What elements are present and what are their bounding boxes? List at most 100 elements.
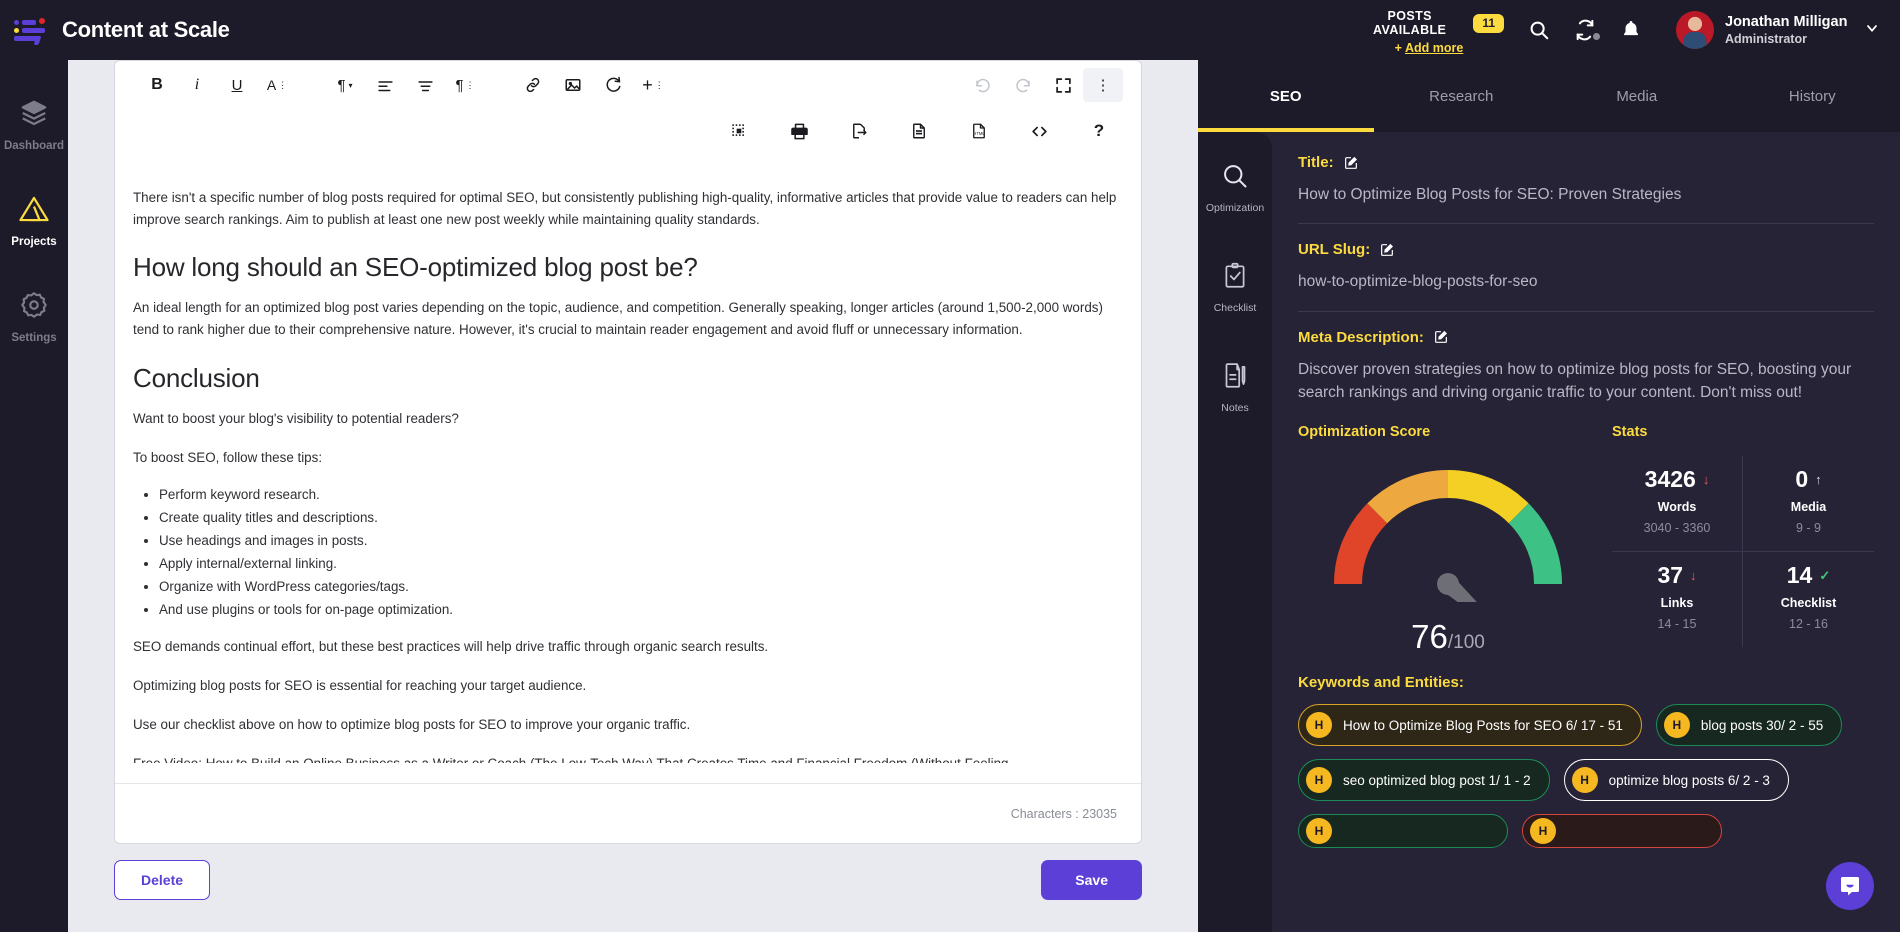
italic-button[interactable]: i bbox=[177, 68, 217, 102]
pencil-edit-icon[interactable] bbox=[1379, 242, 1395, 258]
meta-field-label: Meta Description: bbox=[1298, 329, 1874, 346]
meta-field-value: Discover proven strategies on how to opt… bbox=[1298, 360, 1852, 401]
panel-main: Title: How to Optimize Blog Posts for SE… bbox=[1272, 132, 1900, 932]
stat-range: 12 - 16 bbox=[1789, 617, 1828, 631]
paragraph-options-button[interactable]: ¶ ⋮ bbox=[445, 68, 485, 102]
bold-button[interactable]: B bbox=[137, 68, 177, 102]
sidebar-item-dashboard[interactable]: Dashboard bbox=[0, 98, 68, 152]
redo-format-button[interactable] bbox=[593, 68, 633, 102]
help-button[interactable]: ? bbox=[1079, 114, 1119, 148]
note-pen-icon bbox=[1222, 362, 1248, 395]
tab-seo[interactable]: SEO bbox=[1198, 60, 1374, 132]
sync-icon[interactable] bbox=[1574, 19, 1600, 41]
export-button[interactable] bbox=[839, 114, 879, 148]
more-options-button[interactable]: ⋮ bbox=[1083, 68, 1123, 102]
keyword-chip[interactable]: H blog posts 30/ 2 - 55 bbox=[1655, 704, 1843, 746]
fullscreen-button[interactable] bbox=[1043, 68, 1083, 102]
brand[interactable]: Content at Scale bbox=[0, 16, 420, 45]
stat-words: 3426 ↓ Words 3040 - 3360 bbox=[1612, 456, 1743, 552]
check-icon: ✓ bbox=[1819, 567, 1831, 583]
editor-footer bbox=[115, 783, 1141, 843]
align-left-button[interactable] bbox=[365, 68, 405, 102]
code-view-button[interactable] bbox=[1019, 114, 1059, 148]
stat-label: Media bbox=[1790, 500, 1827, 514]
add-more-label: Add more bbox=[1404, 41, 1464, 55]
print-button[interactable] bbox=[779, 114, 819, 148]
paragraph: Optimizing blog posts for SEO is essenti… bbox=[133, 678, 587, 694]
editor-actions: Delete Save bbox=[114, 860, 1142, 900]
clipboard-check-icon bbox=[1222, 262, 1248, 295]
score-max: /100 bbox=[1447, 632, 1485, 653]
stat-label: Links bbox=[1660, 596, 1694, 610]
chevron-down-icon[interactable] bbox=[1864, 20, 1880, 41]
paragraph: There isn't a specific number of blog po… bbox=[133, 190, 1117, 227]
stat-range: 3040 - 3360 bbox=[1643, 521, 1711, 535]
gear-icon bbox=[19, 290, 49, 325]
paragraph: Want to boost your blog's visibility to … bbox=[133, 410, 459, 426]
paragraph: To boost SEO, follow these tips: bbox=[133, 449, 323, 465]
stat-media: 0 ↑ Media 9 - 9 bbox=[1743, 456, 1874, 552]
stat-label: Checklist bbox=[1780, 596, 1837, 610]
align-center-button[interactable] bbox=[405, 68, 445, 102]
title-field-value: How to Optimize Blog Posts for SEO: Prov… bbox=[1298, 186, 1682, 203]
heading-badge: H bbox=[1306, 818, 1332, 844]
list-item: Use headings and images in posts. bbox=[159, 531, 1123, 550]
paragraph: Use our checklist above on how to optimi… bbox=[133, 716, 691, 732]
font-style-button[interactable]: A ⋮ bbox=[257, 68, 297, 102]
document-button[interactable] bbox=[899, 114, 939, 148]
editor-toolbar-secondary: HTML ? bbox=[115, 109, 1141, 153]
paragraph: An ideal length for an optimized blog po… bbox=[133, 300, 1103, 338]
plus-icon: + bbox=[1394, 41, 1402, 55]
sidebar-item-projects[interactable]: Projects bbox=[0, 194, 68, 248]
panel-rail-checklist[interactable]: Checklist bbox=[1214, 262, 1256, 314]
bell-icon[interactable] bbox=[1620, 19, 1642, 41]
sidebar-item-settings[interactable]: Settings bbox=[0, 290, 68, 344]
chat-bubble-icon[interactable] bbox=[1826, 862, 1874, 910]
keyword-chip[interactable]: H bbox=[1298, 814, 1508, 848]
underline-button[interactable]: U bbox=[217, 68, 257, 102]
select-all-button[interactable] bbox=[719, 114, 759, 148]
stats: Stats 3426 ↓ Words 3040 - 3360 0 ↑ Media 9… bbox=[1598, 424, 1874, 656]
posts-available-count: 11 bbox=[1473, 13, 1504, 33]
document-content[interactable]: There isn't a specific number of blog po… bbox=[115, 153, 1141, 763]
pencil-edit-icon[interactable] bbox=[1433, 329, 1449, 345]
keyword-label: optimize blog posts 6/ 2 - 3 bbox=[1608, 772, 1770, 788]
optimization-score-gauge bbox=[1323, 452, 1573, 645]
user-menu[interactable]: Jonathan Milligan Administrator bbox=[1676, 0, 1880, 60]
keyword-chip[interactable]: H optimize blog posts 6/ 2 - 3 bbox=[1563, 759, 1789, 801]
insert-link-button[interactable] bbox=[513, 68, 553, 102]
add-more-link[interactable]: + Add more bbox=[1354, 41, 1504, 55]
panel-rail-notes[interactable]: Notes bbox=[1221, 362, 1249, 414]
keyword-chip[interactable]: H How to Optimize Blog Posts for SEO 6/ … bbox=[1298, 704, 1642, 746]
keyword-chip[interactable]: H seo optimized blog post 1/ 1 - 2 bbox=[1298, 759, 1550, 801]
insert-more-button[interactable]: + ⋮ bbox=[633, 68, 673, 102]
keyword-label: How to Optimize Blog Posts for SEO 6/ 17… bbox=[1343, 717, 1623, 733]
panel-rail-optimization[interactable]: Optimization bbox=[1206, 162, 1264, 214]
tab-history[interactable]: History bbox=[1725, 60, 1900, 132]
search-icon[interactable] bbox=[1528, 19, 1550, 41]
user-name: Jonathan Milligan bbox=[1725, 13, 1848, 30]
html-file-button[interactable]: HTML bbox=[959, 114, 999, 148]
save-button[interactable]: Save bbox=[1041, 860, 1142, 900]
paragraph: Free Video: How to Build an Online Busin… bbox=[133, 753, 1123, 763]
stat-value: 37 bbox=[1657, 562, 1684, 588]
panel-rail-label: Optimization bbox=[1205, 202, 1265, 214]
insert-image-button[interactable] bbox=[553, 68, 593, 102]
redo-button[interactable] bbox=[1003, 68, 1043, 102]
keyword-chip[interactable]: H bbox=[1522, 814, 1722, 848]
layers-icon bbox=[19, 98, 49, 133]
heading-badge: H bbox=[1306, 712, 1332, 738]
app-root: Content at Scale POSTS AVAILABLE 11 + Ad… bbox=[0, 0, 1900, 932]
posts-available-label: POSTS AVAILABLE bbox=[1373, 9, 1447, 37]
tab-media[interactable]: Media bbox=[1549, 60, 1725, 132]
paragraph-format-button[interactable]: ¶ ▾ bbox=[325, 68, 365, 102]
tab-research[interactable]: Research bbox=[1374, 60, 1550, 132]
arrow-down-icon: ↓ bbox=[1702, 472, 1710, 487]
heading-badge: H bbox=[1571, 767, 1598, 793]
user-role: Administrator bbox=[1725, 31, 1807, 46]
delete-button[interactable]: Delete bbox=[114, 860, 211, 900]
posts-available: POSTS AVAILABLE 11 + Add more bbox=[1354, 9, 1504, 55]
pencil-edit-icon[interactable] bbox=[1343, 155, 1359, 171]
undo-button[interactable] bbox=[963, 68, 1003, 102]
list-item: Perform keyword research. bbox=[159, 485, 1123, 504]
